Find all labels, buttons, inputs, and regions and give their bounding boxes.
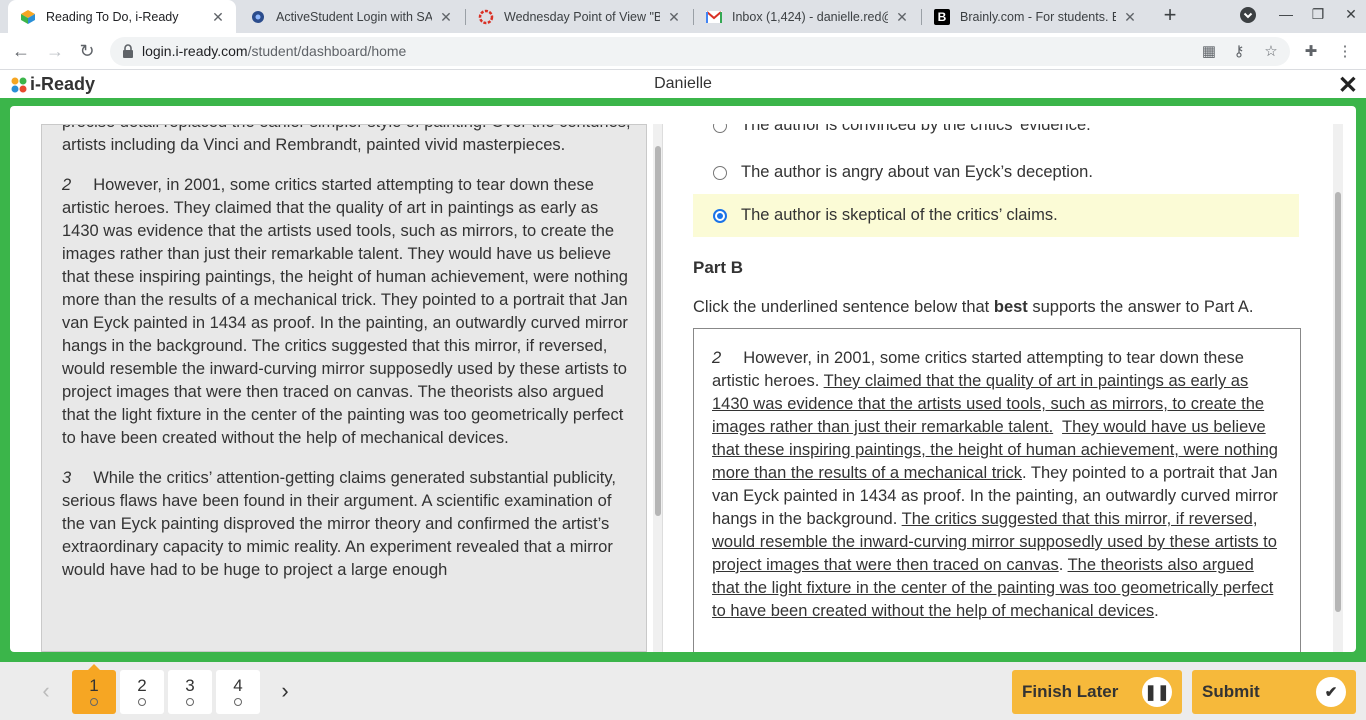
paragraph-number: 3 (62, 469, 72, 487)
submit-button[interactable]: Submit ✔ (1192, 670, 1356, 714)
passage-scrollbar-thumb[interactable] (655, 146, 661, 516)
address-bar[interactable]: login.i-ready.com/student/dashboard/home… (110, 37, 1290, 66)
page-button-2[interactable]: 2 (120, 670, 164, 714)
tab-title: Inbox (1,424) - danielle.red@sc (732, 9, 888, 24)
part-b-instruction: Click the underlined sentence below that… (693, 298, 1253, 317)
back-arrow-icon[interactable]: ← (8, 39, 34, 63)
part-b-heading: Part B (693, 258, 744, 277)
close-tab-icon[interactable]: ✕ (210, 9, 226, 25)
option-text: The author is convinced by the critics’ … (741, 124, 1091, 134)
close-window-icon[interactable]: ✕ (1340, 6, 1362, 26)
page-number: 1 (89, 676, 99, 695)
option-text: The author is angry about van Eyck’s dec… (741, 163, 1093, 181)
option-text: The author is skeptical of the critics’ … (741, 206, 1058, 224)
paragraph-number: 2 (62, 176, 72, 194)
paragraph-text: However, in 2001, some critics started a… (62, 176, 628, 447)
browser-tab-gmail[interactable]: Inbox (1,424) - danielle.red@sc ✕ (694, 0, 920, 33)
qr-code-icon[interactable]: ▦ (1200, 43, 1218, 61)
part-b-excerpt: 2 However, in 2001, some critics started … (693, 328, 1301, 652)
browser-tabstrip: Reading To Do, i-Ready ✕ ActiveStudent L… (0, 0, 1366, 33)
iready-header: i-Ready Danielle ✕ (0, 70, 1366, 100)
instruction-text: supports the answer to Part A. (1027, 298, 1254, 316)
finish-later-label: Finish Later (1022, 682, 1119, 701)
radio-button-selected[interactable] (713, 208, 727, 223)
close-tab-icon[interactable]: ✕ (894, 9, 910, 25)
passage-text: precise detail replaced the earlier simp… (62, 125, 632, 599)
question-panel: The author is convinced by the critics’ … (662, 124, 1312, 652)
url-path: /student/dashboard/home (247, 43, 407, 59)
answer-option-b[interactable]: The author is angry about van Eyck’s dec… (693, 151, 1299, 194)
key-icon[interactable]: ⚷ (1230, 43, 1248, 61)
lock-icon (122, 44, 134, 58)
paragraph-text: While the critics’ attention-getting cla… (62, 469, 616, 579)
page-number: 2 (137, 676, 147, 695)
reading-passage-panel[interactable]: precise detail replaced the earlier simp… (41, 124, 647, 652)
tab-search-chevron-icon[interactable] (1237, 6, 1259, 26)
minimize-window-icon[interactable]: — (1275, 6, 1297, 26)
page-status-dot (186, 698, 194, 706)
tab-title: Brainly.com - For students. By (960, 9, 1116, 24)
question-scrollbar[interactable] (1333, 124, 1343, 652)
instruction-text: Click the underlined sentence below that (693, 298, 994, 316)
radio-button[interactable] (713, 165, 727, 180)
iready-favicon-icon (20, 9, 36, 25)
page-button-4[interactable]: 4 (216, 670, 260, 714)
browser-tab-brainly[interactable]: B Brainly.com - For students. By ✕ (922, 0, 1148, 33)
paragraph-number: 2 (712, 349, 722, 367)
next-page-chevron-icon[interactable]: › (275, 679, 295, 703)
student-name: Danielle (654, 75, 712, 92)
radio-button[interactable] (713, 124, 727, 133)
page-status-dot (138, 698, 146, 706)
brainly-favicon-icon: B (934, 8, 950, 25)
tab-title: ActiveStudent Login with SAM (276, 9, 432, 24)
previous-page-chevron-icon[interactable]: ‹ (36, 679, 56, 703)
submit-label: Submit (1202, 682, 1260, 701)
browser-toolbar: ← → ↻ login.i-ready.com/student/dashboar… (0, 33, 1366, 70)
instruction-emphasis: best (993, 298, 1028, 316)
finish-later-button[interactable]: Finish Later ❚❚ (1012, 670, 1182, 714)
page-button-1[interactable]: 1 (72, 664, 116, 714)
url-host: login.i-ready.com (142, 43, 248, 59)
tab-title: Reading To Do, i-Ready (46, 9, 179, 24)
passage-paragraph-3: 3 While the critics’ attention-getting cl… (62, 467, 632, 582)
close-tab-icon[interactable]: ✕ (438, 9, 454, 25)
forward-arrow-icon[interactable]: → (42, 39, 68, 63)
answer-option-a[interactable]: The author is convinced by the critics’ … (693, 124, 1299, 147)
browser-tab-wednesday[interactable]: Wednesday Point of View "Bey ✕ (466, 0, 692, 33)
tab-title: Wednesday Point of View "Bey (504, 9, 660, 24)
restore-window-icon[interactable]: ❐ (1307, 6, 1329, 26)
red-ring-favicon-icon (478, 9, 494, 25)
page-number: 3 (185, 676, 195, 695)
page-status-dot (234, 698, 242, 706)
extensions-puzzle-icon[interactable]: ✚ (1302, 43, 1320, 61)
url-text: login.i-ready.com/student/dashboard/home (142, 37, 406, 66)
new-tab-plus-icon[interactable]: + (1158, 4, 1182, 28)
excerpt-text: 2 However, in 2001, some critics started … (712, 349, 1278, 620)
more-menu-icon[interactable]: ⋮ (1336, 43, 1354, 61)
question-scrollbar-thumb[interactable] (1335, 192, 1341, 612)
passage-paragraph-1: precise detail replaced the earlier simp… (62, 125, 631, 154)
answer-option-c[interactable]: The author is skeptical of the critics’ … (693, 194, 1299, 237)
activestudent-favicon-icon (250, 9, 266, 25)
checkmark-icon: ✔ (1316, 677, 1346, 707)
passage-paragraph-2: 2 However, in 2001, some critics started … (62, 174, 632, 450)
reload-icon[interactable]: ↻ (74, 39, 100, 63)
lesson-footer: ‹ 1 2 3 4 › Finish Later ❚❚ Submit ✔ (0, 662, 1366, 720)
page-number: 4 (233, 676, 243, 695)
close-tab-icon[interactable]: ✕ (1122, 9, 1138, 25)
lesson-frame: precise detail replaced the earlier simp… (0, 98, 1366, 662)
page-button-3[interactable]: 3 (168, 670, 212, 714)
pause-icon: ❚❚ (1142, 677, 1172, 707)
page-status-dot (90, 698, 98, 706)
lesson-card: precise detail replaced the earlier simp… (10, 106, 1356, 652)
close-lesson-icon[interactable]: ✕ (1338, 71, 1358, 100)
gmail-favicon-icon (706, 9, 722, 25)
browser-tab-iready[interactable]: Reading To Do, i-Ready ✕ (8, 0, 236, 33)
close-tab-icon[interactable]: ✕ (666, 9, 682, 25)
bookmark-star-icon[interactable]: ☆ (1262, 43, 1280, 61)
browser-tab-activestudent[interactable]: ActiveStudent Login with SAM ✕ (238, 0, 464, 33)
